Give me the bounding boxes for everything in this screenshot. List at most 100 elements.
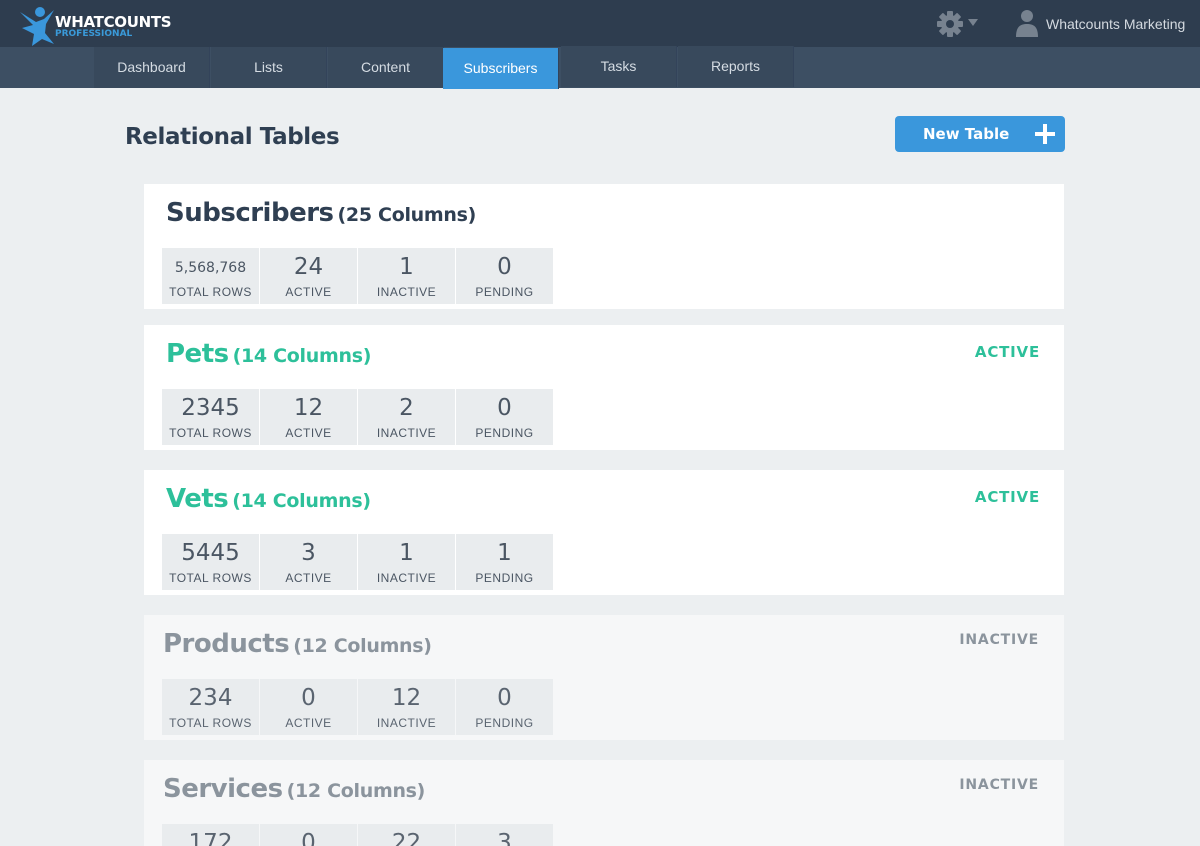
table-card-services[interactable]: Services(12 Columns) INACTIVE 172 TOTAL … [144, 760, 1064, 846]
stat-total-rows: 2345 TOTAL ROWS [162, 389, 259, 445]
stat-value: 2345 [181, 395, 240, 421]
stat-label: INACTIVE [376, 571, 437, 585]
stat-label: TOTAL ROWS [169, 571, 252, 585]
stat-active: 12 ACTIVE [260, 389, 357, 445]
tab-subscribers[interactable]: Subscribers [443, 48, 559, 89]
table-column-count: (12 Columns) [286, 780, 426, 802]
stat-value: 3 [497, 830, 512, 846]
stat-inactive: 22 INACTIVE [358, 824, 455, 846]
table-card-subscribers[interactable]: Subscribers (25 Columns) 5,568,768 TOTAL … [144, 184, 1064, 309]
tab-tasks[interactable]: Tasks [561, 46, 677, 87]
stat-total-rows: 5,568,768 TOTAL ROWS [162, 248, 259, 304]
stat-total-rows: 234 TOTAL ROWS [162, 679, 259, 735]
table-stats: 234 TOTAL ROWS 0 ACTIVE 12 INACTIVE 0 PE… [162, 679, 554, 735]
table-name: Services [163, 774, 283, 804]
stat-value: 0 [497, 395, 512, 421]
table-column-count: (12 Columns) [293, 635, 432, 657]
stat-value: 0 [301, 685, 316, 711]
stat-value: 2 [399, 395, 414, 421]
table-stats: 5,568,768 TOTAL ROWS 24 ACTIVE 1 INACTIV… [162, 248, 554, 304]
stat-value: 12 [293, 395, 324, 421]
stat-value: 234 [188, 685, 233, 711]
table-title: Subscribers (25 Columns) [166, 198, 476, 228]
stat-label: PENDING [475, 285, 534, 299]
stat-label: INACTIVE [376, 426, 437, 440]
stat-value: 24 [293, 254, 324, 280]
stat-inactive: 2 INACTIVE [358, 389, 455, 445]
stat-label: PENDING [475, 426, 534, 440]
tab-reports[interactable]: Reports [678, 46, 794, 87]
stat-label: ACTIVE [285, 716, 332, 730]
table-name: Pets [166, 339, 229, 369]
table-stats: 5445 TOTAL ROWS 3 ACTIVE 1 INACTIVE 1 PE… [162, 534, 554, 590]
page-title: Relational Tables [125, 124, 340, 150]
tab-lists[interactable]: Lists [211, 47, 327, 88]
gear-icon[interactable] [936, 10, 964, 38]
status-badge: ACTIVE [974, 488, 1040, 506]
table-title: Services (12 Columns) [163, 774, 425, 804]
brand-logo[interactable]: WHATCOUNTS PROFESSIONAL [14, 5, 214, 46]
stat-label: ACTIVE [285, 285, 332, 299]
table-title: Vets (14 Columns) [166, 484, 371, 514]
stat-value: 22 [391, 830, 422, 846]
tab-dashboard[interactable]: Dashboard [94, 47, 210, 88]
table-column-count: (14 Columns) [232, 345, 372, 367]
stat-value: 3 [301, 540, 316, 566]
top-bar: WHATCOUNTS PROFESSIONAL Whatcounts Marke… [0, 0, 1200, 47]
stat-active: 3 ACTIVE [260, 534, 357, 590]
table-column-count: (25 Columns) [337, 204, 477, 226]
table-name: Products [163, 629, 290, 659]
stat-pending: 3 PENDING [456, 824, 553, 846]
table-stats: 172 TOTAL ROWS 0 ACTIVE 22 INACTIVE 3 PE… [162, 824, 554, 846]
new-table-button[interactable]: New Table [895, 116, 1065, 152]
stat-active: 0 ACTIVE [260, 824, 357, 846]
stat-value: 12 [391, 685, 422, 711]
stat-pending: 0 PENDING [456, 679, 553, 735]
status-badge: ACTIVE [974, 343, 1040, 361]
stat-active: 24 ACTIVE [260, 248, 357, 304]
table-stats: 2345 TOTAL ROWS 12 ACTIVE 2 INACTIVE 0 P… [162, 389, 554, 445]
stat-pending: 0 PENDING [456, 248, 553, 304]
stat-total-rows: 172 TOTAL ROWS [162, 824, 259, 846]
stat-pending: 0 PENDING [456, 389, 553, 445]
brand-name: WHATCOUNTS [55, 13, 172, 31]
stat-inactive: 12 INACTIVE [358, 679, 455, 735]
stat-value: 1 [399, 254, 414, 280]
stat-active: 0 ACTIVE [260, 679, 357, 735]
stat-label: TOTAL ROWS [169, 426, 252, 440]
table-card-vets[interactable]: Vets (14 Columns) ACTIVE 5445 TOTAL ROWS … [144, 470, 1064, 595]
stat-pending: 1 PENDING [456, 534, 553, 590]
stat-label: TOTAL ROWS [169, 285, 252, 299]
main-nav: Dashboard Lists Content Subscribers Task… [0, 46, 1200, 89]
stat-value: 1 [399, 540, 414, 566]
stat-total-rows: 5445 TOTAL ROWS [162, 534, 259, 590]
stat-label: INACTIVE [376, 716, 437, 730]
stat-label: ACTIVE [285, 426, 332, 440]
user-icon [1016, 10, 1038, 37]
stat-label: PENDING [475, 571, 534, 585]
table-column-count: (14 Columns) [232, 490, 371, 512]
table-name: Vets [166, 484, 229, 514]
status-badge: INACTIVE [959, 777, 1039, 793]
status-badge: INACTIVE [959, 632, 1039, 648]
person-star-logo-icon [20, 7, 54, 46]
stat-label: TOTAL ROWS [169, 716, 252, 730]
stat-inactive: 1 INACTIVE [358, 534, 455, 590]
stat-label: ACTIVE [285, 571, 332, 585]
plus-icon [1035, 124, 1055, 144]
stat-value: 5445 [181, 540, 240, 566]
tab-content[interactable]: Content [328, 47, 444, 88]
stat-value: 172 [188, 830, 233, 846]
table-title: Products (12 Columns) [163, 629, 432, 659]
caret-down-icon[interactable] [968, 19, 978, 26]
table-card-pets[interactable]: Pets (14 Columns) ACTIVE 2345 TOTAL ROWS … [144, 325, 1064, 450]
stat-label: PENDING [475, 716, 534, 730]
stat-value: 0 [301, 830, 316, 846]
user-name: Whatcounts Marketing [1046, 16, 1186, 32]
table-title: Pets (14 Columns) [166, 339, 371, 369]
table-card-products[interactable]: Products (12 Columns) INACTIVE 234 TOTAL … [144, 615, 1064, 740]
stat-value: 0 [497, 254, 512, 280]
stat-value: 5,568,768 [174, 260, 247, 276]
brand-subtitle: PROFESSIONAL [55, 29, 133, 39]
new-table-label: New Table [923, 125, 1010, 143]
